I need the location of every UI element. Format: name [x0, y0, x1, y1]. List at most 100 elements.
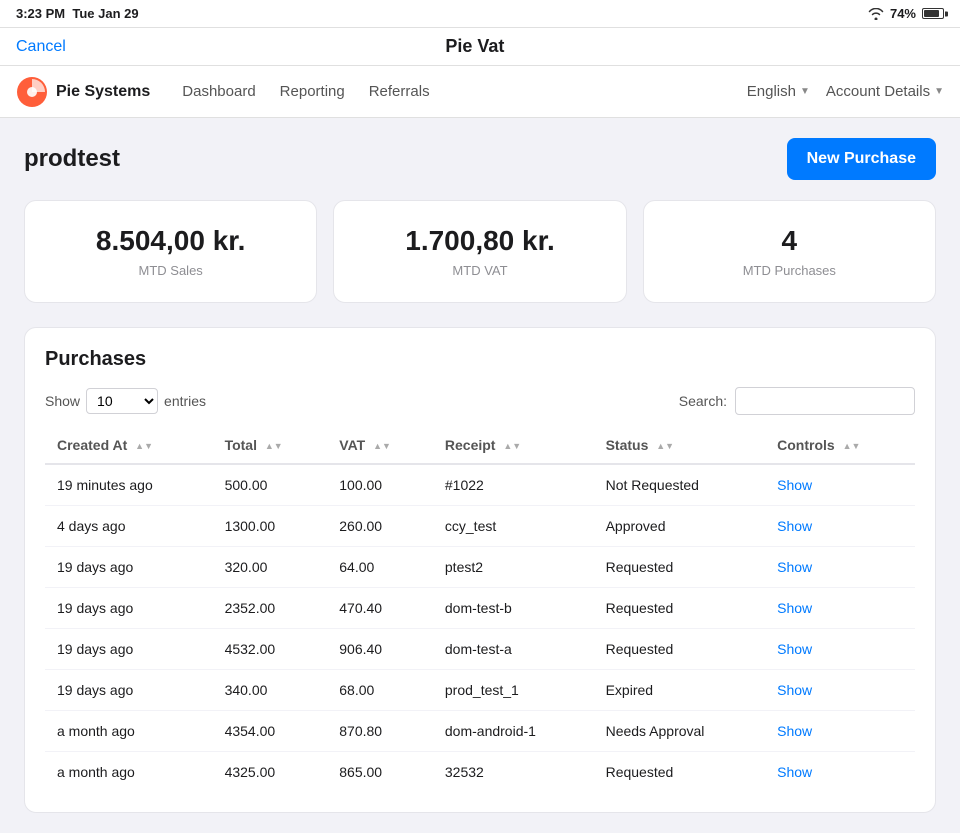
table-row: 4 days ago1300.00260.00ccy_testApprovedS…	[45, 506, 915, 547]
cell-status: Needs Approval	[594, 711, 766, 752]
cell-receipt: prod_test_1	[433, 670, 594, 711]
col-status[interactable]: Status ▲▼	[594, 427, 766, 464]
purchases-table: Created At ▲▼ Total ▲▼ VAT ▲▼ Receipt ▲▼	[45, 427, 915, 792]
stat-label-mtd-purchases: MTD Purchases	[664, 263, 915, 278]
cell-controls[interactable]: Show	[765, 464, 915, 506]
nav-link-reporting[interactable]: Reporting	[280, 83, 345, 100]
table-row: a month ago4325.00865.0032532RequestedSh…	[45, 752, 915, 793]
search-input[interactable]	[735, 387, 915, 415]
account-dropdown[interactable]: Account Details ▼	[826, 83, 944, 100]
cancel-bar-title: Pie Vat	[445, 36, 504, 57]
language-label: English	[747, 83, 796, 100]
sort-arrows-created-at: ▲▼	[135, 442, 153, 451]
cell-controls[interactable]: Show	[765, 711, 915, 752]
cell-total: 1300.00	[213, 506, 328, 547]
cell-vat: 100.00	[327, 464, 433, 506]
cell-created_at: a month ago	[45, 711, 213, 752]
col-controls[interactable]: Controls ▲▼	[765, 427, 915, 464]
cell-vat: 870.80	[327, 711, 433, 752]
col-created-at[interactable]: Created At ▲▼	[45, 427, 213, 464]
stat-value-mtd-vat: 1.700,80 kr.	[354, 225, 605, 257]
cell-controls[interactable]: Show	[765, 547, 915, 588]
cell-total: 4354.00	[213, 711, 328, 752]
col-receipt[interactable]: Receipt ▲▼	[433, 427, 594, 464]
table-row: 19 days ago340.0068.00prod_test_1Expired…	[45, 670, 915, 711]
cell-receipt: ccy_test	[433, 506, 594, 547]
col-total[interactable]: Total ▲▼	[213, 427, 328, 464]
account-label: Account Details	[826, 83, 930, 100]
stat-label-mtd-vat: MTD VAT	[354, 263, 605, 278]
cell-status: Not Requested	[594, 464, 766, 506]
cell-vat: 68.00	[327, 670, 433, 711]
cell-created_at: 19 days ago	[45, 588, 213, 629]
table-body: 19 minutes ago500.00100.00#1022Not Reque…	[45, 464, 915, 792]
stat-value-mtd-sales: 8.504,00 kr.	[45, 225, 296, 257]
entries-select[interactable]: 10 25 50 100	[86, 388, 158, 414]
cell-created_at: 19 minutes ago	[45, 464, 213, 506]
language-chevron-icon: ▼	[800, 86, 810, 97]
cell-controls[interactable]: Show	[765, 670, 915, 711]
cell-total: 4532.00	[213, 629, 328, 670]
nav: Pie Systems Dashboard Reporting Referral…	[0, 66, 960, 118]
cell-created_at: 19 days ago	[45, 670, 213, 711]
cell-status: Requested	[594, 752, 766, 793]
nav-brand: Pie Systems	[16, 76, 150, 108]
language-dropdown[interactable]: English ▼	[747, 83, 810, 100]
page-title: prodtest	[24, 145, 120, 173]
stat-value-mtd-purchases: 4	[664, 225, 915, 257]
search-box: Search:	[679, 387, 915, 415]
cell-vat: 470.40	[327, 588, 433, 629]
cell-receipt: ptest2	[433, 547, 594, 588]
account-chevron-icon: ▼	[934, 86, 944, 97]
cell-total: 500.00	[213, 464, 328, 506]
cell-total: 340.00	[213, 670, 328, 711]
cell-controls[interactable]: Show	[765, 629, 915, 670]
cell-total: 2352.00	[213, 588, 328, 629]
brand-logo	[16, 76, 48, 108]
nav-links: Dashboard Reporting Referrals	[182, 83, 746, 100]
page-header: prodtest New Purchase	[24, 138, 936, 180]
table-row: 19 days ago2352.00470.40dom-test-bReques…	[45, 588, 915, 629]
cell-status: Approved	[594, 506, 766, 547]
cell-receipt: dom-test-a	[433, 629, 594, 670]
cell-status: Requested	[594, 547, 766, 588]
sort-arrows-controls: ▲▼	[843, 442, 861, 451]
cell-vat: 64.00	[327, 547, 433, 588]
table-header: Created At ▲▼ Total ▲▼ VAT ▲▼ Receipt ▲▼	[45, 427, 915, 464]
cell-vat: 865.00	[327, 752, 433, 793]
table-controls: Show 10 25 50 100 entries Search:	[45, 387, 915, 415]
nav-right: English ▼ Account Details ▼	[747, 83, 944, 100]
sort-arrows-status: ▲▼	[656, 442, 674, 451]
cell-status: Requested	[594, 629, 766, 670]
sort-arrows-receipt: ▲▼	[503, 442, 521, 451]
status-bar-time-date: 3:23 PM Tue Jan 29	[16, 6, 139, 21]
stat-card-mtd-vat: 1.700,80 kr. MTD VAT	[333, 200, 626, 303]
cell-controls[interactable]: Show	[765, 506, 915, 547]
cell-vat: 260.00	[327, 506, 433, 547]
cell-receipt: 32532	[433, 752, 594, 793]
cell-total: 320.00	[213, 547, 328, 588]
cell-controls[interactable]: Show	[765, 588, 915, 629]
status-bar-right: 74%	[868, 6, 944, 21]
cell-created_at: 19 days ago	[45, 629, 213, 670]
cancel-bar: Cancel Pie Vat	[0, 28, 960, 66]
status-bar: 3:23 PM Tue Jan 29 74%	[0, 0, 960, 28]
cell-created_at: 19 days ago	[45, 547, 213, 588]
nav-link-dashboard[interactable]: Dashboard	[182, 83, 255, 100]
col-vat[interactable]: VAT ▲▼	[327, 427, 433, 464]
table-row: 19 minutes ago500.00100.00#1022Not Reque…	[45, 464, 915, 506]
entries-label: entries	[164, 393, 206, 409]
cell-receipt: dom-test-b	[433, 588, 594, 629]
show-entries-control: Show 10 25 50 100 entries	[45, 388, 206, 414]
battery-percent: 74%	[890, 6, 916, 21]
stat-card-mtd-sales: 8.504,00 kr. MTD Sales	[24, 200, 317, 303]
cancel-button[interactable]: Cancel	[16, 38, 66, 56]
battery-icon	[922, 8, 944, 19]
cell-controls[interactable]: Show	[765, 752, 915, 793]
nav-link-referrals[interactable]: Referrals	[369, 83, 430, 100]
brand-name: Pie Systems	[56, 83, 150, 101]
purchases-section: Purchases Show 10 25 50 100 entries Sear…	[24, 327, 936, 813]
table-row: 19 days ago320.0064.00ptest2RequestedSho…	[45, 547, 915, 588]
stat-label-mtd-sales: MTD Sales	[45, 263, 296, 278]
new-purchase-button[interactable]: New Purchase	[787, 138, 936, 180]
